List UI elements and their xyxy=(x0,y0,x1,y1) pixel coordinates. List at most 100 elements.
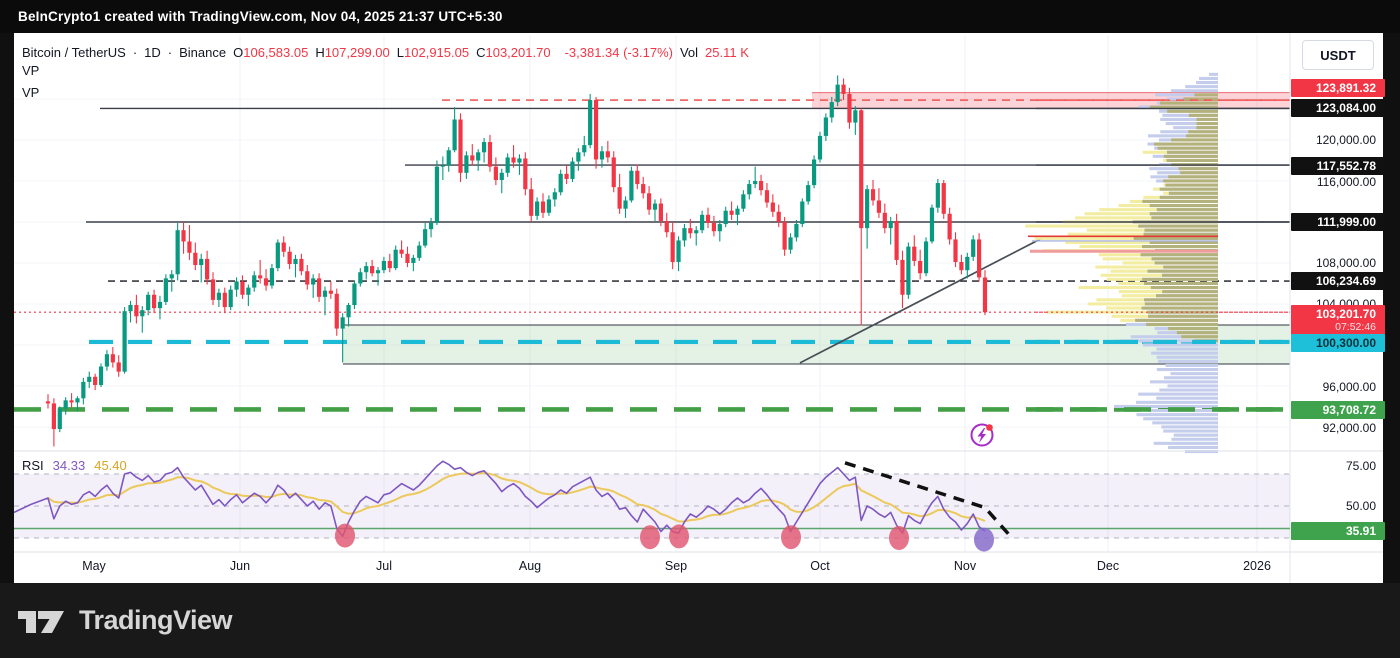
time-axis-label: Aug xyxy=(519,559,541,573)
flash-icon[interactable] xyxy=(972,424,993,445)
candle-body xyxy=(724,211,728,224)
candle-body xyxy=(623,200,627,208)
candle-body xyxy=(176,230,180,274)
price-axis-label: 35.91 xyxy=(1291,522,1385,540)
candle-body xyxy=(529,189,533,216)
candle-body xyxy=(859,110,863,228)
candle-body xyxy=(894,221,898,260)
candle-body xyxy=(223,293,227,307)
candle-body xyxy=(735,209,739,215)
price-chart-canvas[interactable] xyxy=(0,0,1400,658)
candle-body xyxy=(900,260,904,295)
candle-body xyxy=(853,110,857,122)
vp-bar-overlap xyxy=(1197,122,1218,125)
candle-body xyxy=(211,279,215,300)
candle-body xyxy=(46,401,50,403)
candle-body xyxy=(541,202,545,213)
candle-body xyxy=(494,167,498,180)
candle-body xyxy=(600,151,604,159)
vp-bar-blue xyxy=(1171,372,1218,375)
exchange-label[interactable]: Binance xyxy=(179,45,226,60)
rsi-oversold-circle xyxy=(640,525,660,549)
vp-bar-overlap xyxy=(1169,192,1218,195)
time-axis-label: Sep xyxy=(665,559,687,573)
candle-body xyxy=(759,181,763,190)
candle-body xyxy=(170,274,174,278)
interval-label[interactable]: 1D xyxy=(144,45,161,60)
candle-body xyxy=(965,257,969,270)
candle-body xyxy=(912,247,916,261)
vp-bar-blue xyxy=(1157,356,1218,359)
rsi-legend[interactable]: RSI 34.33 45.40 xyxy=(22,458,127,473)
candle-body xyxy=(158,302,162,308)
candle-body xyxy=(547,199,551,212)
candle-body xyxy=(824,117,828,135)
candle-body xyxy=(771,203,775,212)
time-axis-label: May xyxy=(82,559,106,573)
indicator-legend-vp[interactable]: VP xyxy=(22,82,39,104)
candle-body xyxy=(753,181,757,184)
vp-bar-overlap xyxy=(1181,335,1218,338)
rsi-ma-value: 45.40 xyxy=(94,458,127,473)
time-axis-label: Dec xyxy=(1097,559,1119,573)
candle-body xyxy=(983,278,987,313)
candle-body xyxy=(388,261,392,268)
vp-bar-overlap xyxy=(1196,126,1218,129)
candle-body xyxy=(836,85,840,102)
vp-bar-blue xyxy=(1150,380,1218,383)
symbol-title[interactable]: Bitcoin / TetherUS xyxy=(22,45,126,60)
price-axis-label: 106,234.69 xyxy=(1291,272,1385,290)
vp-bar-overlap xyxy=(1167,159,1218,162)
candle-body xyxy=(205,259,209,280)
candle-body xyxy=(299,259,303,271)
candle-body xyxy=(889,221,893,228)
vp-bar-overlap xyxy=(1134,237,1218,240)
currency-toggle-button[interactable]: USDT xyxy=(1302,40,1374,70)
symbol-legend[interactable]: Bitcoin / TetherUS · 1D · Binance O106,5… xyxy=(22,45,749,60)
candle-body xyxy=(788,237,792,249)
price-axis-label: 100,300.00 xyxy=(1291,334,1385,352)
price-axis-label: 123,084.00 xyxy=(1291,99,1385,117)
legend-separator: · xyxy=(168,45,172,60)
rsi-oversold-circle xyxy=(889,526,909,550)
indicator-legend-rows[interactable]: VPVP xyxy=(22,60,39,104)
vp-bar-overlap xyxy=(1142,278,1218,281)
candle-body xyxy=(977,239,981,277)
candle-body xyxy=(612,157,616,187)
vp-bar-blue xyxy=(1171,89,1218,92)
vp-bar-overlap xyxy=(1135,319,1218,322)
tradingview-logo-icon xyxy=(18,603,68,639)
candle-body xyxy=(358,272,362,283)
candle-body xyxy=(729,211,733,215)
candle-body xyxy=(58,409,62,430)
vp-bar-overlap xyxy=(1158,147,1218,150)
candle-body xyxy=(647,193,651,209)
vp-bar-overlap xyxy=(1164,155,1218,158)
candle-body xyxy=(240,281,244,294)
vp-bar-blue xyxy=(1199,77,1218,80)
candle-body xyxy=(370,266,374,273)
vp-bar-overlap xyxy=(1144,282,1218,285)
change-value: -3,381.34 (-3.17%) xyxy=(565,45,673,60)
candle-body xyxy=(352,284,356,306)
candle-body xyxy=(606,151,610,157)
vp-bar-overlap xyxy=(1142,307,1218,310)
candle-body xyxy=(447,150,451,165)
candle-body xyxy=(794,224,798,237)
candle-body xyxy=(394,250,398,268)
indicator-legend-vp[interactable]: VP xyxy=(22,60,39,82)
price-axis-label: 96,000.00 xyxy=(1291,378,1385,396)
candle-body xyxy=(924,241,928,273)
rsi-oversold-circle xyxy=(669,524,689,548)
candle-body xyxy=(329,291,333,294)
candle-body xyxy=(293,259,297,264)
vp-bar-overlap xyxy=(1189,114,1218,117)
candle-body xyxy=(311,278,315,284)
candle-body xyxy=(405,254,409,263)
vp-bar-overlap xyxy=(1151,216,1218,219)
candle-body xyxy=(423,229,427,245)
price-axis-label: 123,891.32 xyxy=(1291,79,1385,97)
candle-body xyxy=(246,288,250,295)
candle-body xyxy=(517,158,521,162)
footer-brand-bar: TradingView xyxy=(0,583,1400,658)
